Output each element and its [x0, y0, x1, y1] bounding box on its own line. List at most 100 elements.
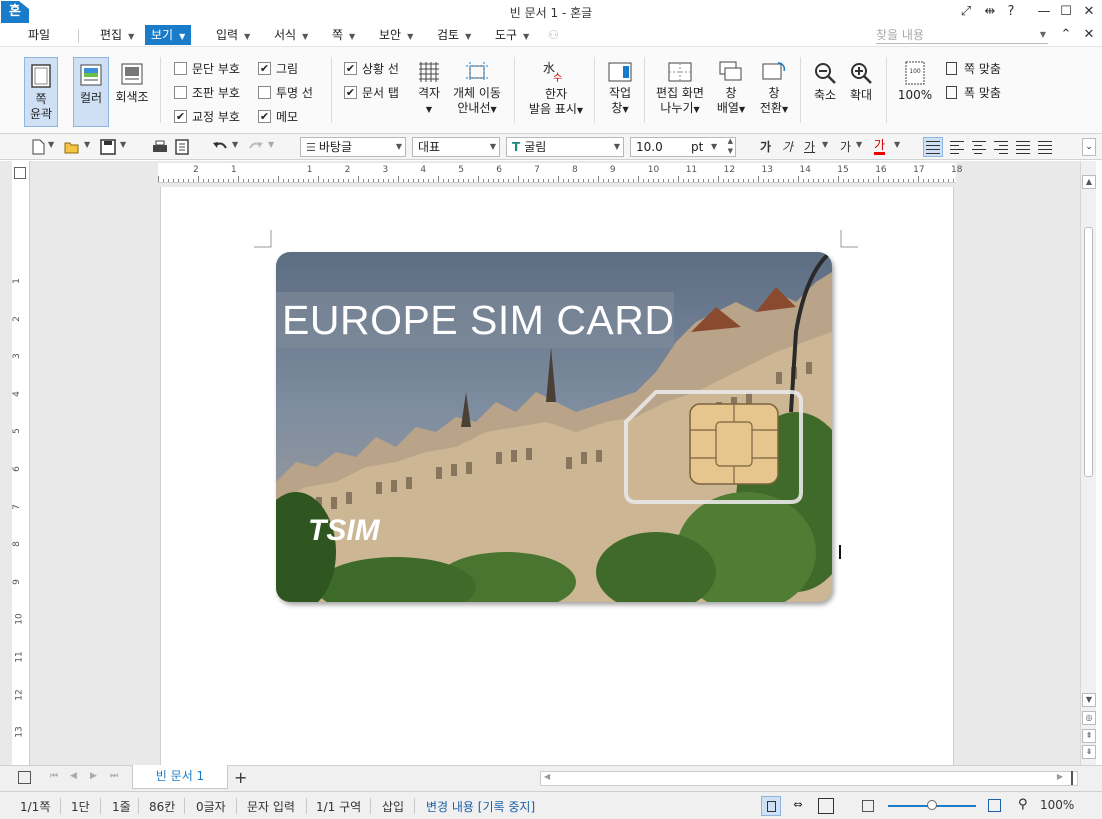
menu-tools[interactable]: 도구 ▼	[489, 25, 535, 45]
object-move-guide-button[interactable]: 개체 이동 안내선▼	[450, 61, 504, 125]
chevron-down-icon[interactable]: ▼	[120, 140, 126, 149]
add-tab-button[interactable]: +	[234, 768, 247, 787]
align-right-button[interactable]	[992, 139, 1008, 155]
redo-icon[interactable]	[248, 139, 264, 155]
scroll-up-icon[interactable]: ▲	[1082, 175, 1096, 189]
tab-blank-document-1[interactable]: 빈 문서 1	[132, 765, 228, 789]
share-icon[interactable]: ⚇	[548, 28, 559, 42]
magnifier-icon[interactable]: ⚲	[1018, 797, 1028, 812]
menu-view[interactable]: 보기 ▼	[145, 25, 192, 45]
hanja-pronunciation-button[interactable]: 水 수 한자 발음 표시▼	[526, 61, 586, 125]
status-zoom[interactable]: 100%	[1040, 798, 1074, 812]
align-left-button[interactable]	[948, 139, 964, 155]
checkbox-proofread-mark[interactable]: ✔ 교정 부호	[174, 109, 240, 125]
zoom-out-button[interactable]: 축소	[808, 61, 842, 121]
align-justify-button[interactable]	[923, 137, 943, 157]
grid-button[interactable]: 격자 ▼	[414, 61, 444, 125]
zoom-max-icon[interactable]	[988, 799, 1001, 812]
menu-page[interactable]: 쪽 ▼	[326, 25, 361, 45]
zoom-in-button[interactable]: 확대	[844, 61, 878, 121]
color-button[interactable]: 컬러	[73, 57, 109, 127]
open-folder-icon[interactable]	[64, 139, 80, 155]
zoom-slider-thumb[interactable]	[927, 800, 937, 810]
checkbox-document-tab[interactable]: ✔ 문서 탭	[344, 85, 399, 101]
tab-list-icon[interactable]	[18, 771, 31, 784]
horizontal-scrollbar[interactable]: ◀ ▶	[540, 771, 1078, 786]
align-distribute-button[interactable]	[1014, 139, 1030, 155]
status-input-mode[interactable]: 문자 입력	[247, 798, 295, 815]
scroll-right-icon[interactable]: ▶	[1057, 772, 1063, 781]
fit-width-button[interactable]: 폭 맞춤	[944, 85, 1001, 101]
font-color-button[interactable]: 가	[874, 138, 886, 155]
vertical-scrollbar[interactable]: ▲ ▼ ◎ ⇞ ⇟	[1080, 161, 1096, 765]
work-window-button[interactable]: 작업 창▼	[602, 61, 638, 125]
toolbar-expand-icon[interactable]: ⌄	[1082, 138, 1096, 156]
fullscreen-icon[interactable]: ⤢	[955, 2, 977, 22]
chevron-down-icon[interactable]: ▼	[268, 140, 274, 149]
font-select[interactable]: T 굴림 ▼	[506, 137, 624, 157]
align-center-button[interactable]	[970, 139, 986, 155]
bold-button[interactable]: 가	[760, 138, 771, 155]
underline-button[interactable]: 가	[804, 138, 815, 155]
checkbox-memo[interactable]: ✔ 메모	[258, 109, 298, 125]
switch-window-button[interactable]: 창 전환▼	[756, 61, 792, 125]
status-track-changes[interactable]: 변경 내용 [기록 중지]	[426, 798, 535, 815]
chevron-down-icon[interactable]: ▼	[48, 140, 54, 149]
prev-page-icon[interactable]: ⇞	[1082, 729, 1096, 743]
horizontal-ruler[interactable]: 2 1 1 2 3 4 5 6 7 8 9 10 11 12 13 14 15 16 17 18	[158, 163, 962, 183]
checkbox-paragraph-mark[interactable]: 문단 부호	[174, 61, 240, 77]
align-divide-button[interactable]	[1036, 139, 1052, 155]
page-nav-icon[interactable]: ◎	[1082, 711, 1096, 725]
next-page-icon[interactable]: ⇟	[1082, 745, 1096, 759]
scroll-thumb[interactable]	[1084, 227, 1093, 477]
chevron-down-icon[interactable]: ▼	[856, 140, 862, 149]
arrows-icon[interactable]: ⇹	[979, 2, 1001, 22]
first-tab-icon[interactable]: ⏮	[50, 771, 58, 781]
collapse-ribbon-icon[interactable]: ⌃	[1055, 25, 1077, 45]
sim-card-image[interactable]: EUROPE SIM CARD TSIM	[276, 252, 832, 602]
strikethrough-button[interactable]: 가	[840, 138, 851, 155]
checkbox-layout-mark[interactable]: 조판 부호	[174, 85, 240, 101]
menu-insert[interactable]: 입력 ▼	[210, 25, 256, 45]
view-normal-button[interactable]	[761, 796, 781, 816]
view-full-page-icon[interactable]	[818, 798, 834, 814]
chevron-down-icon[interactable]: ▼	[822, 140, 828, 149]
checkbox-transparent-line[interactable]: 투명 선	[258, 85, 313, 101]
split-handle-icon[interactable]	[1071, 771, 1075, 785]
print-icon[interactable]	[152, 139, 168, 155]
status-page[interactable]: 1/1쪽	[20, 798, 50, 815]
scroll-left-icon[interactable]: ◀	[544, 772, 550, 781]
minimize-icon[interactable]: —	[1033, 2, 1055, 22]
search-input[interactable]: 찾을 내용 ▼	[876, 26, 1048, 44]
zoom-slider[interactable]	[888, 800, 976, 810]
menu-file[interactable]: 파일	[22, 25, 56, 45]
fit-page-button[interactable]: 쪽 맞춤	[944, 61, 1001, 77]
save-icon[interactable]	[100, 139, 116, 155]
scroll-down-icon[interactable]: ▼	[1082, 693, 1096, 707]
prev-tab-icon[interactable]: ◀	[70, 771, 77, 781]
font-group-select[interactable]: 대표 ▼	[412, 137, 500, 157]
grayscale-button[interactable]: 회색조	[113, 63, 151, 123]
chevron-down-icon[interactable]: ▼	[232, 140, 238, 149]
menu-edit[interactable]: 편집 ▼	[94, 25, 140, 45]
vertical-ruler[interactable]: 1 2 3 4 5 6 7 8 9 10 11 12 13	[12, 161, 30, 765]
ruler-corner-icon[interactable]	[14, 167, 26, 179]
split-screen-button[interactable]: 편집 화면 나누기▼	[652, 61, 708, 125]
font-size-input[interactable]: 10.0 pt ▼ ▲ ▼	[630, 137, 736, 157]
chevron-down-icon[interactable]: ▼	[894, 140, 900, 149]
close-icon[interactable]: ✕	[1078, 2, 1100, 22]
menu-review[interactable]: 검토 ▼	[431, 25, 477, 45]
arrange-windows-button[interactable]: 창 배열▼	[713, 61, 749, 125]
menu-security[interactable]: 보안 ▼	[373, 25, 419, 45]
undo-icon[interactable]	[212, 139, 228, 155]
zoom-100-button[interactable]: 100 100%	[896, 61, 934, 121]
close-doc-icon[interactable]: ✕	[1078, 25, 1100, 45]
page-outline-button[interactable]: 쪽 윤곽	[24, 57, 58, 127]
print-preview-icon[interactable]	[174, 139, 190, 155]
style-select[interactable]: ☰ 바탕글 ▼	[300, 137, 406, 157]
last-tab-icon[interactable]: ⏭	[110, 771, 118, 781]
checkbox-picture[interactable]: ✔ 그림	[258, 61, 298, 77]
chevron-down-icon[interactable]: ▼	[84, 140, 90, 149]
checkbox-status-line[interactable]: ✔ 상황 선	[344, 61, 399, 77]
next-tab-icon[interactable]: ▶	[90, 771, 97, 781]
